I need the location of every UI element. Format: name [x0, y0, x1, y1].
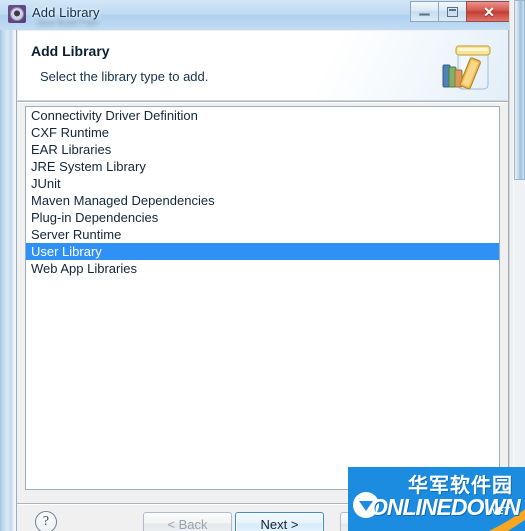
window-vertical-scrollbar[interactable]: [509, 0, 525, 531]
back-button: < Back: [143, 512, 232, 531]
list-item[interactable]: Server Runtime: [26, 226, 499, 243]
window-controls: ✕: [410, 1, 512, 22]
banner-subtitle: Select the library type to add.: [40, 69, 209, 84]
minimize-icon: [419, 13, 430, 16]
library-type-list[interactable]: Connectivity Driver Definition CXF Runtim…: [25, 106, 500, 490]
eclipse-gear-icon: [8, 5, 26, 23]
list-item[interactable]: JRE System Library: [26, 158, 499, 175]
back-button-label: < Back: [167, 516, 208, 531]
next-button-label: Next >: [260, 516, 299, 531]
watermark-suffix-text: .NET: [487, 506, 510, 517]
wizard-banner: Add Library Select the library type to a…: [18, 31, 507, 101]
application-window: Add Library Java Build Path ✕ Add Librar…: [0, 0, 525, 531]
list-item[interactable]: CXF Runtime: [26, 124, 499, 141]
next-button[interactable]: Next >: [235, 512, 324, 531]
list-item[interactable]: Plug-in Dependencies: [26, 209, 499, 226]
title-bar[interactable]: Add Library Java Build Path ✕: [0, 0, 525, 30]
close-button[interactable]: ✕: [466, 1, 512, 22]
library-jar-books-icon: [442, 45, 491, 90]
dialog-body: Connectivity Driver Definition CXF Runtim…: [17, 103, 508, 503]
banner-title: Add Library: [31, 43, 110, 59]
list-item[interactable]: EAR Libraries: [26, 141, 499, 158]
list-item[interactable]: JUnit: [26, 175, 499, 192]
list-item[interactable]: User Library: [26, 243, 499, 260]
dialog-client-area: Add Library Select the library type to a…: [16, 30, 509, 531]
maximize-button[interactable]: [438, 1, 467, 22]
list-item[interactable]: Connectivity Driver Definition: [26, 107, 499, 124]
help-button[interactable]: ?: [35, 511, 57, 531]
window-title-ghost-text: Java Build Path: [36, 18, 99, 27]
watermark-logo: 华军软件园 ONLINEDOWN .NET: [348, 467, 525, 531]
window-left-edge: [0, 0, 16, 531]
list-item[interactable]: Maven Managed Dependencies: [26, 192, 499, 209]
minimize-button[interactable]: [410, 1, 439, 22]
close-icon: ✕: [483, 3, 495, 20]
list-item[interactable]: Web App Libraries: [26, 260, 499, 277]
maximize-icon: [447, 6, 458, 17]
scrollbar-thumb[interactable]: [514, 0, 525, 180]
